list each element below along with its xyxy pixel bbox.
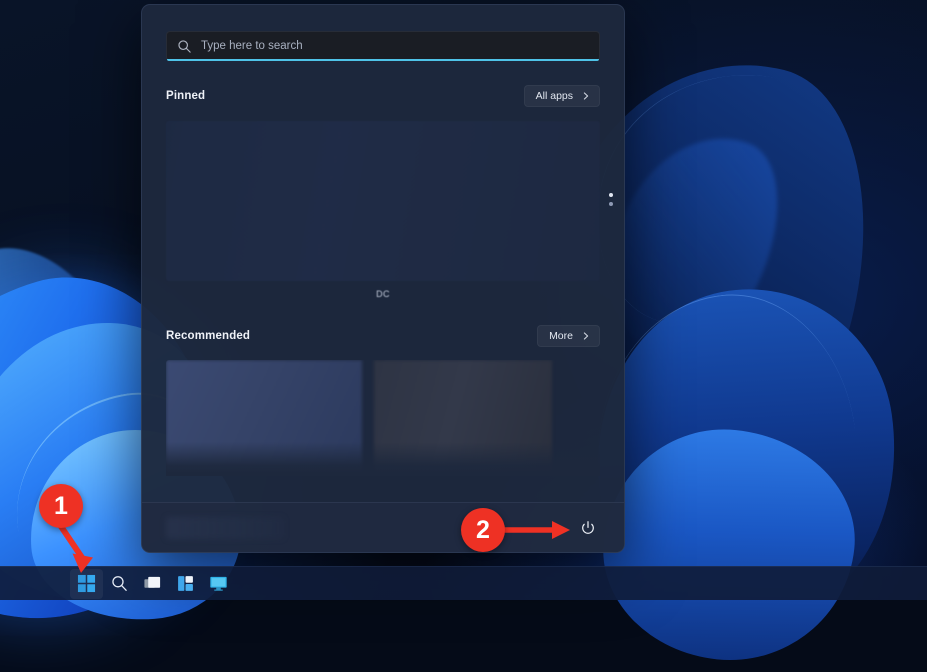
wallpaper-petal-left-4 [0, 217, 165, 523]
recommended-gap [362, 360, 374, 472]
widgets-icon [176, 574, 195, 593]
task-view-icon [143, 574, 162, 593]
recommended-title: Recommended [166, 330, 250, 342]
taskbar-items [70, 569, 235, 599]
power-icon [580, 520, 596, 536]
start-menu-panel: Pinned All apps DC Recommended More [141, 4, 625, 553]
recommended-list[interactable] [142, 360, 624, 472]
layout-spacer [142, 472, 624, 502]
taskbar-explorer-button[interactable] [202, 569, 235, 599]
pinned-header: Pinned All apps [142, 85, 624, 107]
pinned-title: Pinned [166, 90, 205, 102]
more-button[interactable]: More [537, 325, 600, 347]
recommended-item-1[interactable] [166, 360, 362, 472]
annotation-badge-1: 1 [39, 484, 83, 528]
all-apps-button[interactable]: All apps [524, 85, 600, 107]
pinned-apps-grid[interactable]: DC [142, 121, 624, 299]
windows-logo-icon [77, 574, 96, 593]
page-dot-2[interactable] [609, 202, 613, 206]
page-dot-1[interactable] [609, 193, 613, 197]
recommended-blurred-content [166, 360, 600, 472]
taskbar-task-view-button[interactable] [136, 569, 169, 599]
annotation-badge-2: 2 [461, 508, 505, 552]
taskbar [0, 566, 927, 600]
chevron-right-icon [582, 332, 590, 340]
taskbar-start-button[interactable] [70, 569, 103, 599]
search-input[interactable] [201, 40, 589, 52]
chevron-right-icon [582, 92, 590, 100]
taskbar-search-button[interactable] [103, 569, 136, 599]
all-apps-label: All apps [536, 90, 573, 102]
taskbar-widgets-button[interactable] [169, 569, 202, 599]
wallpaper-petal-right-3 [593, 418, 866, 672]
search-box[interactable] [166, 31, 600, 61]
search-icon [110, 574, 129, 593]
search-area [142, 5, 624, 61]
recommended-item-2[interactable] [374, 360, 552, 472]
more-label: More [549, 330, 573, 342]
user-account-button[interactable] [166, 517, 284, 539]
start-menu-footer [142, 502, 624, 552]
recommended-header: Recommended More [142, 325, 624, 347]
monitor-icon [209, 574, 228, 593]
power-button[interactable] [574, 514, 602, 542]
pinned-page-indicator[interactable] [609, 193, 613, 206]
pinned-apps-blurred-content [166, 121, 600, 281]
pinned-app-label: DC [142, 289, 624, 299]
search-icon [177, 39, 192, 54]
